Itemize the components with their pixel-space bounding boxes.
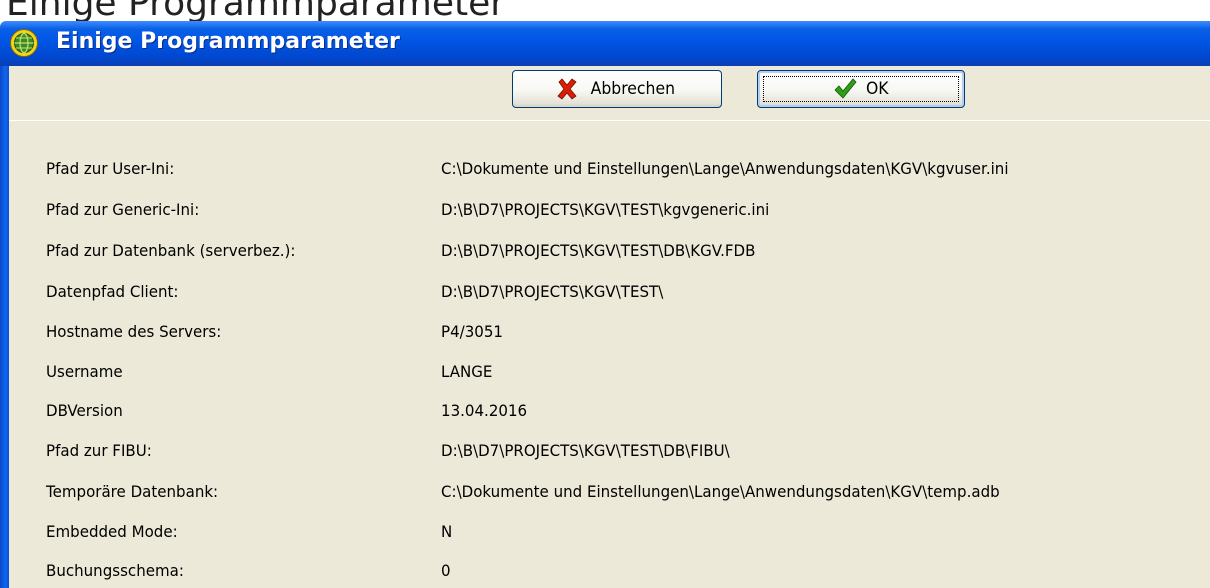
param-row-fibu: Pfad zur FIBU: D:\B\D7\PROJECTS\KGV\TEST… bbox=[9, 441, 1210, 471]
param-label: Pfad zur Generic-Ini: bbox=[46, 200, 200, 219]
param-value: D:\B\D7\PROJECTS\KGV\TEST\DB\FIBU\ bbox=[441, 441, 730, 460]
param-value: D:\B\D7\PROJECTS\KGV\TEST\DB\KGV.FDB bbox=[441, 241, 756, 260]
param-label: Pfad zur User-Ini: bbox=[46, 159, 175, 178]
param-row-dbversion: DBVersion 13.04.2016 bbox=[9, 401, 1210, 431]
param-row-embedded-mode: Embedded Mode: N bbox=[9, 522, 1210, 552]
cancel-button-label: Abbrechen bbox=[590, 79, 676, 99]
param-value: N bbox=[441, 522, 453, 541]
param-row-booking-scheme: Buchungsschema: 0 bbox=[9, 561, 1210, 588]
dialog-window: Einige Programmparameter Einige Programm… bbox=[0, 0, 1210, 588]
param-row-database: Pfad zur Datenbank (serverbez.): D:\B\D7… bbox=[9, 241, 1210, 271]
param-value: C:\Dokumente und Einstellungen\Lange\Anw… bbox=[441, 482, 1000, 501]
red-x-icon bbox=[557, 78, 577, 100]
param-row-user-ini: Pfad zur User-Ini: C:\Dokumente und Eins… bbox=[9, 159, 1210, 189]
title-bar[interactable]: Einige Programmparameter bbox=[0, 21, 1210, 66]
param-label: DBVersion bbox=[46, 401, 123, 420]
param-value: D:\B\D7\PROJECTS\KGV\TEST\ bbox=[441, 282, 664, 301]
app-globe-icon bbox=[10, 29, 38, 57]
param-value: D:\B\D7\PROJECTS\KGV\TEST\kgvgeneric.ini bbox=[441, 200, 770, 219]
param-label: Datenpfad Client: bbox=[46, 282, 179, 301]
param-label: Username bbox=[46, 362, 123, 381]
param-value: 13.04.2016 bbox=[441, 401, 528, 420]
window-title: Einige Programmparameter bbox=[56, 29, 400, 54]
param-label: Pfad zur FIBU: bbox=[46, 441, 152, 460]
param-value: LANGE bbox=[441, 362, 493, 381]
window-frame-left bbox=[0, 66, 9, 588]
param-row-generic-ini: Pfad zur Generic-Ini: D:\B\D7\PROJECTS\K… bbox=[9, 200, 1210, 230]
param-label: Temporäre Datenbank: bbox=[46, 482, 219, 501]
param-label: Buchungsschema: bbox=[46, 561, 184, 580]
param-label: Embedded Mode: bbox=[46, 522, 178, 541]
parameter-panel bbox=[9, 121, 1210, 588]
param-label: Pfad zur Datenbank (serverbez.): bbox=[46, 241, 296, 260]
param-row-client-path: Datenpfad Client: D:\B\D7\PROJECTS\KGV\T… bbox=[9, 282, 1210, 312]
param-row-hostname: Hostname des Servers: P4/3051 bbox=[9, 322, 1210, 352]
param-label: Hostname des Servers: bbox=[46, 322, 222, 341]
param-value: 0 bbox=[441, 561, 451, 580]
param-row-temp-db: Temporäre Datenbank: C:\Dokumente und Ei… bbox=[9, 482, 1210, 512]
cancel-button[interactable]: Abbrechen bbox=[512, 70, 722, 108]
focus-indicator bbox=[763, 76, 959, 102]
param-value: C:\Dokumente und Einstellungen\Lange\Anw… bbox=[441, 159, 1009, 178]
ok-button[interactable]: OK bbox=[757, 70, 965, 108]
ok-button-label: OK bbox=[865, 79, 889, 99]
param-row-username: Username LANGE bbox=[9, 362, 1210, 392]
param-value: P4/3051 bbox=[441, 322, 503, 341]
